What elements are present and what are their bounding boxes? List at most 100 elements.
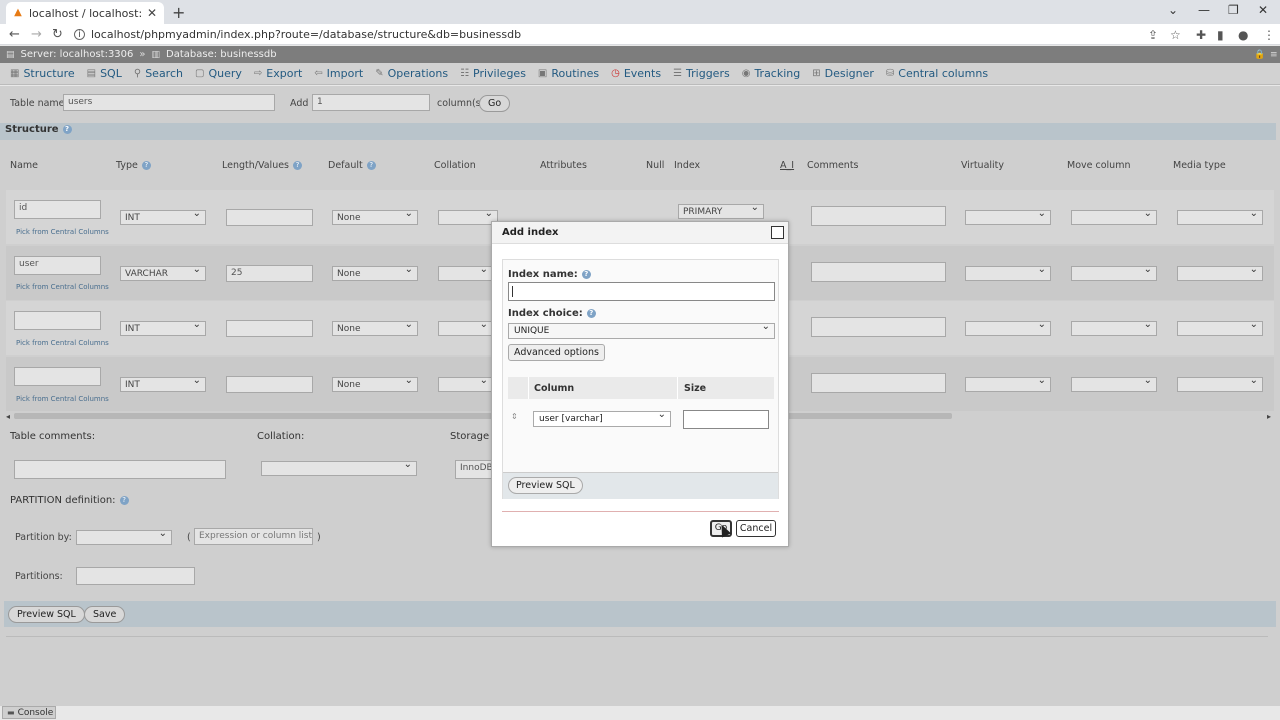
- menu-triggers[interactable]: ☰ Triggers: [667, 67, 736, 80]
- media-type-select[interactable]: [1177, 266, 1263, 281]
- help-icon[interactable]: ?: [141, 161, 151, 170]
- partition-expression-input[interactable]: Expression or column list: [194, 528, 313, 545]
- length-input[interactable]: [226, 376, 313, 393]
- share-icon[interactable]: ⇪: [1148, 28, 1158, 42]
- horizontal-scrollbar[interactable]: [14, 413, 952, 419]
- collapse-icon[interactable]: ≡: [1270, 50, 1278, 60]
- move-column-select[interactable]: [1071, 210, 1157, 225]
- default-select[interactable]: None: [332, 321, 418, 336]
- menu-query[interactable]: ▢ Query: [189, 67, 248, 80]
- comments-textarea[interactable]: [811, 373, 946, 393]
- menu-structure[interactable]: ▦ Structure: [4, 67, 81, 80]
- table-comments-input[interactable]: [14, 460, 226, 479]
- reload-icon[interactable]: ↻: [52, 27, 63, 42]
- type-select[interactable]: VARCHAR: [120, 266, 206, 281]
- pick-central-columns-link[interactable]: Pick from Central Columns: [16, 283, 109, 291]
- pick-central-columns-link[interactable]: Pick from Central Columns: [16, 228, 109, 236]
- forward-icon[interactable]: →: [31, 27, 42, 42]
- menu-routines[interactable]: ▣ Routines: [532, 67, 605, 80]
- help-icon[interactable]: ?: [62, 124, 72, 134]
- breadcrumb-server[interactable]: Server: localhost:3306: [21, 49, 134, 60]
- media-type-select[interactable]: [1177, 321, 1263, 336]
- index-choice-select[interactable]: UNIQUE: [508, 321, 775, 339]
- save-button[interactable]: Save: [84, 606, 126, 623]
- table-name-input[interactable]: users: [63, 94, 275, 111]
- help-icon[interactable]: ?: [293, 161, 303, 170]
- tab-close-icon[interactable]: ✕: [146, 6, 158, 20]
- length-input[interactable]: [226, 320, 313, 337]
- tab-search-icon[interactable]: ⌄: [1168, 3, 1178, 17]
- media-type-select[interactable]: [1177, 210, 1263, 225]
- breadcrumb-database[interactable]: Database: businessdb: [166, 49, 277, 60]
- preview-sql-button[interactable]: Preview SQL: [8, 606, 85, 623]
- console-toggle[interactable]: ▬ Console: [2, 706, 56, 719]
- type-select[interactable]: INT: [120, 321, 206, 336]
- browser-menu-icon[interactable]: ⋮: [1263, 28, 1275, 42]
- window-close-icon[interactable]: ✕: [1258, 3, 1268, 17]
- advanced-options-button[interactable]: Advanced options: [508, 344, 605, 361]
- type-select[interactable]: INT: [120, 377, 206, 392]
- partition-by-select[interactable]: [76, 530, 172, 545]
- dialog-cancel-button[interactable]: Cancel: [736, 520, 776, 537]
- collation-select[interactable]: [438, 266, 493, 281]
- back-icon[interactable]: ←: [9, 27, 20, 42]
- length-input[interactable]: [226, 209, 313, 226]
- menu-sql[interactable]: ▤ SQL: [81, 67, 128, 80]
- dialog-close-icon[interactable]: [771, 226, 784, 239]
- browser-tab[interactable]: ▲ localhost / localhost:3306 / busi ✕: [6, 2, 164, 24]
- lock-icon[interactable]: 🔒: [1254, 50, 1265, 60]
- collation-select[interactable]: [438, 321, 493, 336]
- menu-designer[interactable]: ⊞ Designer: [806, 67, 880, 80]
- comments-textarea[interactable]: [811, 317, 946, 337]
- move-column-select[interactable]: [1071, 377, 1157, 392]
- index-select[interactable]: PRIMARY: [678, 204, 764, 219]
- menu-central-columns[interactable]: ⛁ Central columns: [880, 67, 994, 80]
- pick-central-columns-link[interactable]: Pick from Central Columns: [16, 395, 109, 403]
- comments-textarea[interactable]: [811, 206, 946, 226]
- index-name-input[interactable]: [508, 282, 775, 301]
- help-icon[interactable]: ?: [366, 161, 376, 170]
- address-bar[interactable]: i localhost/phpmyadmin/index.php?route=/…: [74, 26, 1134, 43]
- help-icon[interactable]: ?: [581, 269, 591, 279]
- scroll-left-icon[interactable]: ◂: [6, 412, 10, 421]
- comments-textarea[interactable]: [811, 262, 946, 282]
- storage-engine-select[interactable]: InnoDB: [455, 460, 495, 479]
- virtuality-select[interactable]: [965, 321, 1051, 336]
- add-columns-input[interactable]: 1: [312, 94, 430, 111]
- site-info-icon[interactable]: i: [74, 29, 85, 40]
- virtuality-select[interactable]: [965, 266, 1051, 281]
- index-size-input[interactable]: [683, 410, 769, 429]
- side-panel-icon[interactable]: ▮: [1217, 28, 1224, 42]
- column-name-input[interactable]: [14, 367, 101, 386]
- help-icon[interactable]: ?: [119, 495, 129, 505]
- restore-icon[interactable]: ❐: [1228, 3, 1239, 17]
- add-columns-go-button[interactable]: Go: [479, 95, 511, 112]
- length-input[interactable]: 25: [226, 265, 313, 282]
- menu-operations[interactable]: ✎ Operations: [369, 67, 454, 80]
- menu-export[interactable]: ⇨ Export: [248, 67, 308, 80]
- help-icon[interactable]: ?: [586, 308, 596, 318]
- menu-search[interactable]: ⚲ Search: [128, 67, 189, 80]
- menu-events[interactable]: ◷ Events: [605, 67, 667, 80]
- default-select[interactable]: None: [332, 210, 418, 225]
- new-tab-icon[interactable]: +: [172, 3, 185, 22]
- menu-tracking[interactable]: ◉ Tracking: [736, 67, 807, 80]
- bookmark-star-icon[interactable]: ☆: [1170, 28, 1181, 42]
- profile-icon[interactable]: ●: [1238, 28, 1248, 42]
- dialog-preview-sql-button[interactable]: Preview SQL: [508, 477, 583, 494]
- virtuality-select[interactable]: [965, 210, 1051, 225]
- column-name-input[interactable]: user: [14, 256, 101, 275]
- partitions-input[interactable]: [76, 567, 195, 585]
- default-select[interactable]: None: [332, 377, 418, 392]
- collation-select[interactable]: [438, 377, 493, 392]
- move-column-select[interactable]: [1071, 266, 1157, 281]
- virtuality-select[interactable]: [965, 377, 1051, 392]
- column-name-input[interactable]: [14, 311, 101, 330]
- drag-handle-icon[interactable]: ⇕: [511, 412, 518, 421]
- table-collation-select[interactable]: [261, 461, 417, 476]
- move-column-select[interactable]: [1071, 321, 1157, 336]
- extensions-icon[interactable]: ✚: [1196, 28, 1206, 42]
- default-select[interactable]: None: [332, 266, 418, 281]
- column-name-input[interactable]: id: [14, 200, 101, 219]
- scroll-right-icon[interactable]: ▸: [1267, 412, 1271, 421]
